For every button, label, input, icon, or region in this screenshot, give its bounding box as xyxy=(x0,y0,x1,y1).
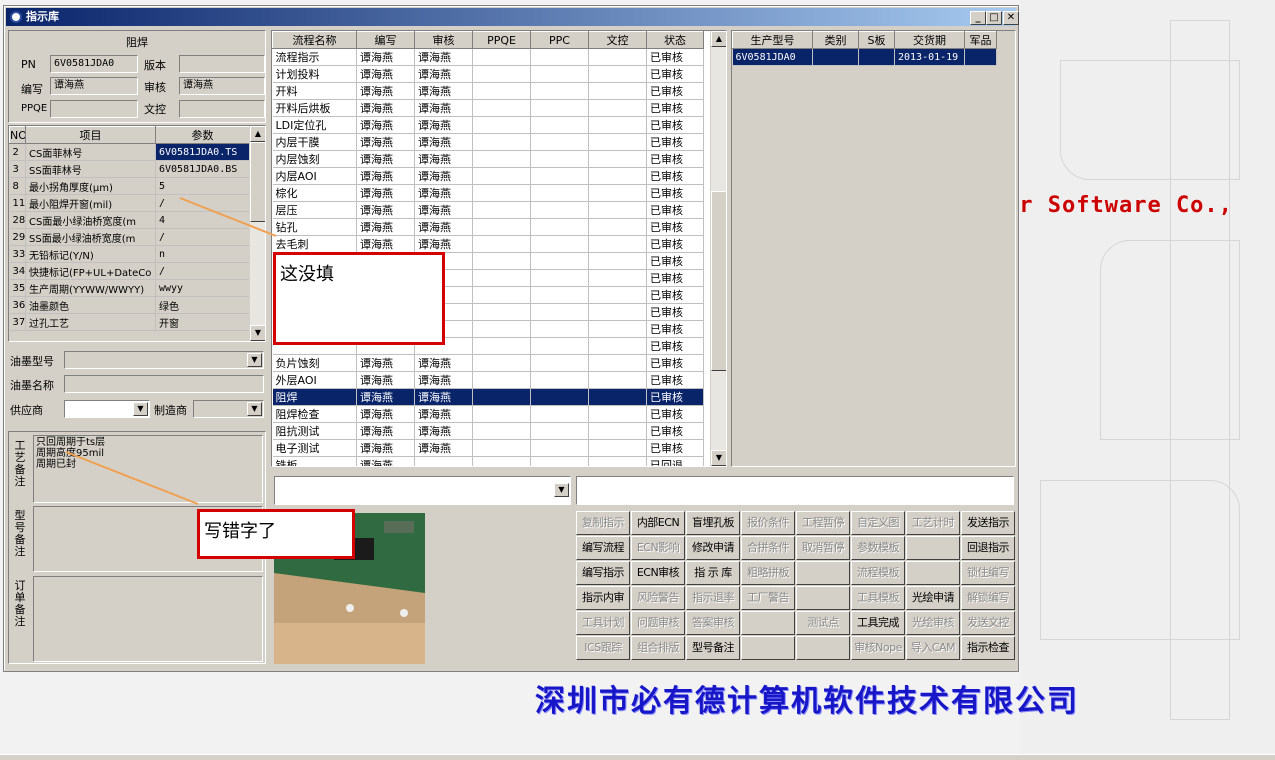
callout-typo: 写错字了 xyxy=(197,509,355,559)
annotation-arrows xyxy=(65,197,277,505)
arrow-line-1 xyxy=(179,197,277,237)
arrow-line-2 xyxy=(65,451,199,505)
callout-not-filled: 这没填 xyxy=(273,252,445,345)
